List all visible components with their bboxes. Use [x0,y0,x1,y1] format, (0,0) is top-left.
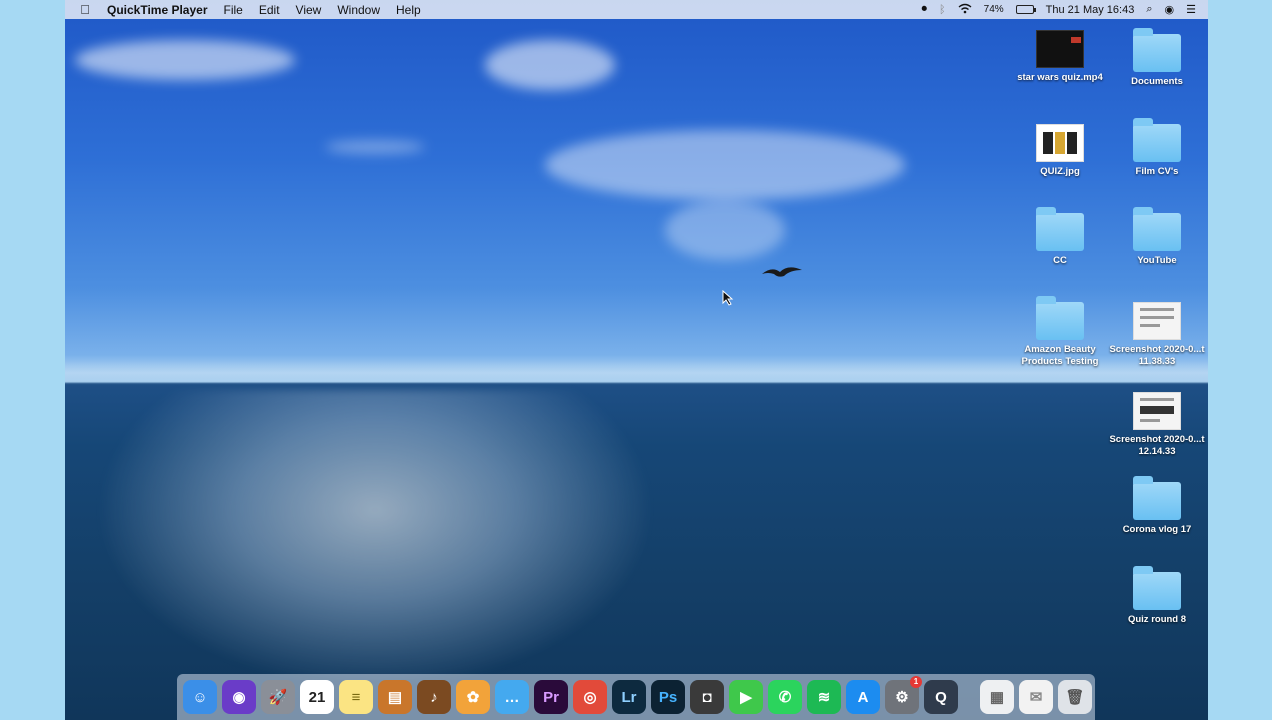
desktop-item-cc[interactable]: CC [1012,207,1108,267]
status-area: ⏺ ᛒ 74% Thu 21 May 16:43 ⌕ ◉ ☰ [922,3,1208,17]
desktop-item-youtube[interactable]: YouTube [1109,207,1205,267]
battery-percent: 74% [983,4,1004,15]
launchpad-icon[interactable]: 🚀 [261,680,295,714]
screenshot-file-icon [1133,302,1181,340]
menu-window[interactable]: Window [329,3,388,17]
folder-icon [1133,28,1181,72]
downloads-stack-icon[interactable]: ✉ [1019,680,1053,714]
record-icon[interactable]: ⏺ [922,3,928,16]
desktop-item-documents[interactable]: Documents [1109,28,1205,88]
notification-center-icon[interactable]: ☰ [1186,3,1196,16]
lightroom-icon[interactable]: Lr [612,680,646,714]
menu-edit[interactable]: Edit [251,3,288,17]
desktop-item-screenshot-2[interactable]: Screenshot 2020-0...t 12.14.33 [1109,392,1205,458]
desktop-item-label: CC [1053,255,1067,266]
bird-icon [762,267,802,277]
desktop-item-label: star wars quiz.mp4 [1017,72,1103,83]
desktop-item-label: Screenshot 2020-0...t 12.14.33 [1109,434,1205,457]
spotlight-icon[interactable]: ⌕ [1146,3,1152,16]
desktop-item-label: Screenshot 2020-0...t 11.38.33 [1109,344,1205,367]
cloud [545,130,905,200]
desktop-item-film-cvs[interactable]: Film CV's [1109,118,1205,178]
mouse-cursor-icon [722,290,734,306]
quicktime-icon[interactable]: Q [924,680,958,714]
video-file-icon [1036,30,1084,68]
facetime-icon[interactable]: ▶ [729,680,763,714]
desktop-item-screenshot-1[interactable]: Screenshot 2020-0...t 11.38.33 [1109,302,1205,368]
desktop-item-label: Film CV's [1135,166,1179,177]
siri-icon[interactable]: ◉ [1165,3,1175,16]
whatsapp-icon[interactable]: ✆ [768,680,802,714]
desktop-item-label: Quiz round 8 [1127,614,1187,625]
desktop-item-label: QUIZ.jpg [1040,166,1080,177]
siri-icon[interactable]: ◉ [222,680,256,714]
cloud [665,200,785,260]
sun-glare [95,390,655,690]
cloud [485,40,615,90]
garageband-icon[interactable]: ♪ [417,680,451,714]
folder-icon [1036,207,1084,251]
image-file-icon [1036,124,1084,162]
document-stack-icon[interactable]: ▦ [980,680,1014,714]
system-preferences-icon[interactable]: ⚙ 1 [885,676,922,714]
chrome-icon[interactable]: ◎ [573,680,607,714]
desktop-item-label: Amazon Beauty Products Testing [1021,344,1099,367]
folder-icon [1133,207,1181,251]
wifi-icon[interactable] [958,3,972,17]
desktop-item-quiz-round-8[interactable]: Quiz round 8 [1109,566,1205,626]
battery-icon[interactable] [1015,5,1036,14]
menu-view[interactable]: View [288,3,330,17]
books-icon[interactable]: ▤ [378,680,412,714]
spotify-icon[interactable]: ≋ [807,680,841,714]
clock[interactable]: Thu 21 May 16:43 [1046,4,1135,16]
screenshot-file-icon [1133,392,1181,430]
finder-icon[interactable]: ☺ [183,680,217,714]
camera-icon[interactable]: ◘ [690,680,724,714]
menu-bar:  QuickTime Player File Edit View Window… [65,0,1208,19]
menu-help[interactable]: Help [388,3,429,17]
desktop-item-label: Corona vlog 17 [1122,524,1192,535]
folder-icon [1133,118,1181,162]
desktop-item-star-wars-quiz[interactable]: star wars quiz.mp4 [1012,30,1108,84]
app-store-icon[interactable]: A [846,680,880,714]
cloud [75,40,295,80]
desktop:  QuickTime Player File Edit View Window… [65,0,1208,720]
apple-logo-icon[interactable]:  [65,2,105,17]
desktop-item-label: YouTube [1137,255,1177,266]
calendar-icon[interactable]: 21 [300,680,334,714]
desktop-item-label: Documents [1131,76,1183,87]
bluetooth-icon[interactable]: ᛒ [939,4,946,16]
messages-icon[interactable]: … [495,680,529,714]
folder-icon [1036,296,1084,340]
desktop-item-corona-vlog[interactable]: Corona vlog 17 [1109,476,1205,536]
photoshop-icon[interactable]: Ps [651,680,685,714]
dock: ☺ ◉ 🚀 21 ≡ ▤ ♪ ✿… Pr ◎ Lr Ps ◘ ▶ ✆ ≋ A ⚙ 1 Q ▦ ✉ 🗑 [177,674,1095,720]
notification-badge: 1 [910,676,922,688]
trash-icon[interactable]: 🗑 [1058,680,1092,714]
menu-app-name[interactable]: QuickTime Player [105,3,216,17]
photos-icon[interactable]: ✿ [456,680,490,714]
cloud [325,140,425,154]
desktop-item-amazon-beauty[interactable]: Amazon Beauty Products Testing [1012,296,1108,368]
notes-icon[interactable]: ≡ [339,680,373,714]
folder-icon [1133,476,1181,520]
premiere-pro-icon[interactable]: Pr [534,680,568,714]
desktop-item-quiz-jpg[interactable]: QUIZ.jpg [1012,124,1108,178]
folder-icon [1133,566,1181,610]
menu-file[interactable]: File [216,3,251,17]
